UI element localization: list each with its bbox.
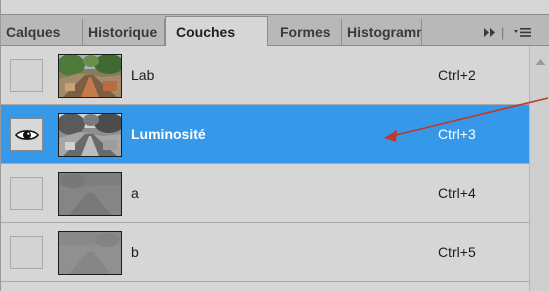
- channel-thumbnail: [58, 172, 122, 216]
- tab-couches[interactable]: Couches: [165, 16, 268, 47]
- tab-formes[interactable]: Formes: [275, 19, 342, 46]
- channel-shortcut: Ctrl+3: [438, 126, 476, 142]
- channel-name: a: [131, 185, 139, 201]
- tab-calques[interactable]: Calques: [1, 19, 83, 46]
- channel-row-a[interactable]: a Ctrl+4: [1, 164, 529, 223]
- visibility-toggle[interactable]: [10, 59, 43, 92]
- channel-name: Luminosité: [131, 126, 206, 142]
- channel-thumbnail: [58, 113, 122, 157]
- channels-panel: Calques Historique Couches Formes Histog…: [0, 0, 549, 291]
- tab-controls-separator: |: [501, 25, 505, 40]
- panel-tab-bar: Calques Historique Couches Formes Histog…: [1, 14, 549, 47]
- tab-historique[interactable]: Historique: [83, 19, 165, 46]
- channel-name: Lab: [131, 67, 155, 83]
- visibility-toggle[interactable]: [10, 118, 43, 151]
- channel-row-luminosite[interactable]: Luminosité Ctrl+3: [1, 105, 529, 164]
- channel-name: b: [131, 244, 139, 260]
- channel-thumbnail: [58, 231, 122, 275]
- visibility-toggle[interactable]: [10, 236, 43, 269]
- channel-shortcut: Ctrl+5: [438, 244, 476, 260]
- panel-menu-icon[interactable]: [513, 19, 535, 46]
- channel-row-b[interactable]: b Ctrl+5: [1, 223, 529, 282]
- channel-thumbnail: [58, 54, 122, 98]
- channel-shortcut: Ctrl+4: [438, 185, 476, 201]
- double-chevron-right-icon[interactable]: [483, 19, 497, 46]
- channel-row-lab[interactable]: Lab Ctrl+2: [1, 46, 529, 105]
- tab-histogramme[interactable]: Histogramme: [342, 19, 422, 46]
- eye-icon: [15, 130, 39, 140]
- channel-list: Lab Ctrl+2 Luminosité Ctrl+3 a Ctrl+4 b …: [1, 46, 529, 291]
- visibility-toggle[interactable]: [10, 177, 43, 210]
- scroll-up-icon[interactable]: [535, 58, 546, 66]
- panel-scrollbar[interactable]: [529, 46, 549, 291]
- channel-shortcut: Ctrl+2: [438, 67, 476, 83]
